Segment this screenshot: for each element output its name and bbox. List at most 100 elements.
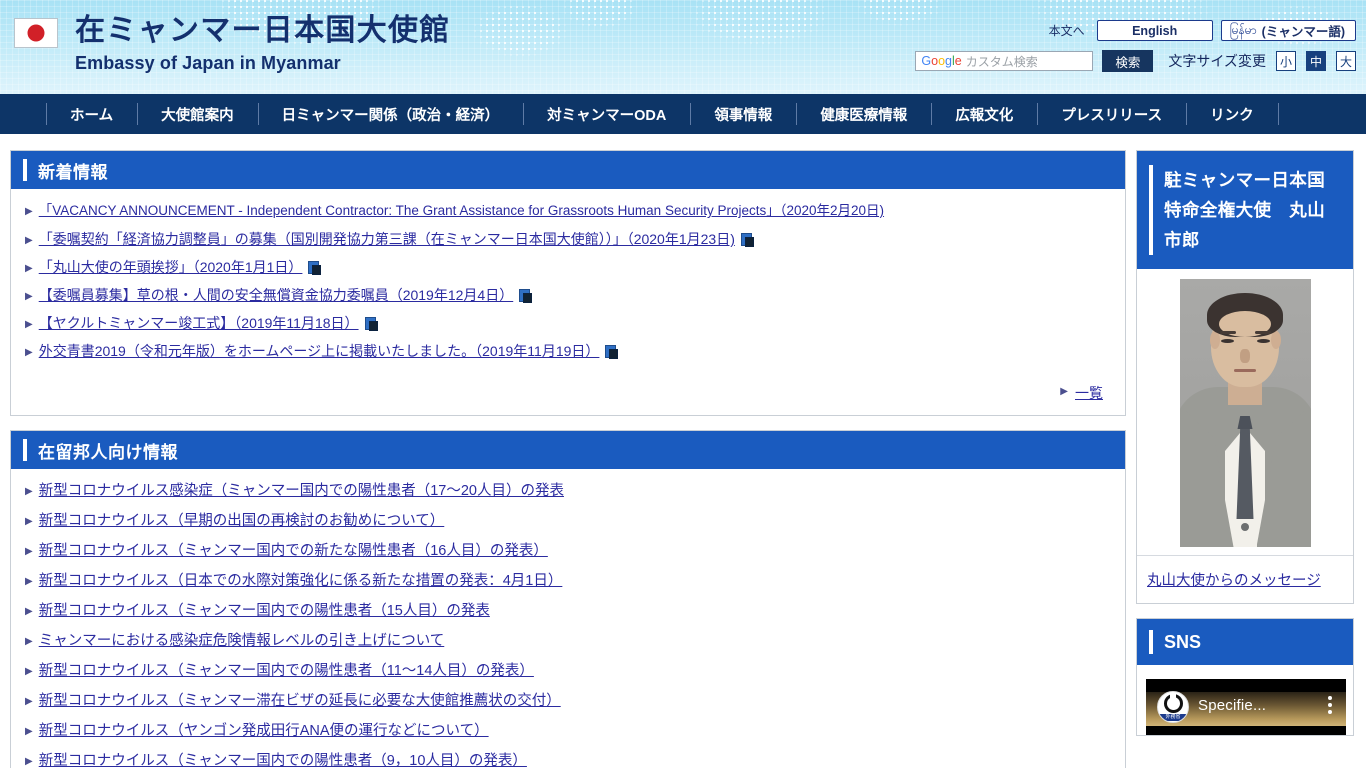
- pdf-icon: [740, 233, 754, 247]
- list-item[interactable]: ▶ 「丸山大使の年頭挨拶」（2020年1月1日）: [25, 257, 1111, 277]
- resident-link[interactable]: ミャンマーにおける感染症危険情報レベルの引き上げについて: [39, 631, 445, 651]
- bullet-arrow-icon: ▶: [25, 636, 33, 647]
- list-item[interactable]: ▶ 「委嘱契約「経済協力調整員」の募集（国別開発協力第三課（在ミャンマー日本国大…: [25, 229, 1111, 249]
- news-link[interactable]: 「丸山大使の年頭挨拶」（2020年1月1日）: [39, 257, 303, 277]
- youtube-video-title[interactable]: Specifie...: [1198, 697, 1266, 714]
- list-item[interactable]: ▶ 新型コロナウイルス（ミャンマー国内での陽性患者（15人目）の発表: [25, 601, 1111, 621]
- pdf-icon: [605, 345, 619, 359]
- ambassador-message-link[interactable]: 丸山大使からのメッセージ: [1147, 573, 1321, 589]
- bullet-arrow-icon: ▶: [25, 347, 33, 358]
- pdf-icon: [519, 289, 533, 303]
- search-button[interactable]: 検索: [1102, 50, 1154, 72]
- bullet-arrow-icon: ▶: [25, 576, 33, 587]
- site-brand[interactable]: 在ミャンマー日本国大使館 Embassy of Japan in Myanmar: [14, 14, 451, 72]
- residents-heading: 在留邦人向け情報: [38, 442, 178, 462]
- resident-link[interactable]: 新型コロナウイルス感染症（ミャンマー国内での陽性患者（17〜20人目）の発表: [39, 481, 564, 501]
- nav-item-consular[interactable]: 領事情報: [690, 94, 796, 134]
- skip-to-content-link[interactable]: 本文へ: [1045, 20, 1089, 41]
- bullet-arrow-icon: ▶: [25, 666, 33, 677]
- ambassador-title-line3: 市郎: [1164, 230, 1200, 250]
- nav-item-oda[interactable]: 対ミャンマーODA: [523, 94, 690, 134]
- list-item[interactable]: ▶ 【委嘱員募集】草の根・人間の安全無償資金協力委嘱員（2019年12月4日）: [25, 285, 1111, 305]
- bullet-arrow-icon: ▶: [25, 206, 33, 217]
- japan-flag-icon: [14, 18, 58, 48]
- bullet-arrow-icon: ▶: [25, 516, 33, 527]
- nav-item-embassy-info[interactable]: 大使館案内: [137, 94, 258, 134]
- bullet-arrow-icon: ▶: [1060, 386, 1068, 397]
- main-navigation: ホーム 大使館案内 日ミャンマー関係（政治・経済） 対ミャンマーODA 領事情報…: [0, 94, 1366, 134]
- portrait-ear-right: [1270, 331, 1281, 349]
- list-item[interactable]: ▶ 「VACANCY ANNOUNCEMENT - Independent Co…: [25, 201, 1111, 221]
- news-link[interactable]: 「VACANCY ANNOUNCEMENT - Independent Cont…: [39, 201, 884, 221]
- fontsize-medium-button[interactable]: 中: [1306, 51, 1326, 71]
- language-myanmar-button[interactable]: မြန်မာ (ミャンマー語): [1220, 20, 1356, 41]
- list-item[interactable]: ▶ 新型コロナウイルス（ミャンマー滞在ビザの延長に必要な大使館推薦状の交付）: [25, 691, 1111, 711]
- portrait-brow-right: [1254, 331, 1271, 334]
- resident-link[interactable]: 新型コロナウイルス（早期の出国の再検討のお勧めについて）: [39, 511, 445, 531]
- youtube-channel-avatar[interactable]: 外務省: [1157, 691, 1189, 723]
- resident-link[interactable]: 新型コロナウイルス（ミャンマー滞在ビザの延長に必要な大使館推薦状の交付）: [39, 691, 561, 711]
- news-link[interactable]: 外交青書2019（令和元年版）をホームページ上に掲載いたしました。（2019年1…: [39, 341, 600, 361]
- portrait-eye-right: [1256, 339, 1270, 343]
- fontsize-small-button[interactable]: 小: [1276, 51, 1296, 71]
- nav-item-links[interactable]: リンク: [1186, 94, 1278, 134]
- site-title-en: Embassy of Japan in Myanmar: [75, 53, 341, 73]
- resident-link[interactable]: 新型コロナウイルス（日本での水際対策強化に係る新たな措置の発表：4月1日）: [39, 571, 563, 591]
- bullet-arrow-icon: ▶: [25, 696, 33, 707]
- site-title-jp: 在ミャンマー日本国大使館: [75, 14, 451, 47]
- news-link[interactable]: 「委嘱契約「経済協力調整員」の募集（国別開発協力第三課（在ミャンマー日本国大使館…: [39, 229, 735, 249]
- header-accent-bar: [23, 159, 27, 181]
- portrait-brow-left: [1219, 331, 1236, 334]
- ambassador-portrait-photo: [1179, 279, 1311, 547]
- list-item[interactable]: ▶ 新型コロナウイルス（日本での水際対策強化に係る新たな措置の発表：4月1日）: [25, 571, 1111, 591]
- sns-panel-body: 外務省 Specifie...: [1137, 665, 1353, 735]
- list-item[interactable]: ▶ 【ヤクルトミャンマー竣工式】（2019年11月18日）: [25, 313, 1111, 333]
- youtube-channel-name: 外務省: [1158, 714, 1188, 721]
- sidebar: 駐ミャンマー日本国 特命全権大使 丸山 市郎 丸山大使からのメッセージ SNS …: [1126, 134, 1366, 768]
- youtube-more-options-icon[interactable]: [1328, 696, 1332, 714]
- youtube-embed[interactable]: 外務省 Specifie...: [1146, 679, 1346, 735]
- news-link[interactable]: 【委嘱員募集】草の根・人間の安全無償資金協力委嘱員（2019年12月4日）: [39, 285, 514, 305]
- search-input[interactable]: Google カスタム検索: [915, 51, 1094, 71]
- ambassador-photo-wrap: [1137, 269, 1353, 555]
- resident-link[interactable]: 新型コロナウイルス（ミャンマー国内での新たな陽性患者（16人目）の発表）: [39, 541, 548, 561]
- news-view-all-link[interactable]: 一覧: [1075, 383, 1103, 403]
- residents-panel-body: ▶ 新型コロナウイルス感染症（ミャンマー国内での陽性患者（17〜20人目）の発表…: [11, 469, 1125, 768]
- nav-item-home[interactable]: ホーム: [46, 94, 137, 134]
- site-header: 在ミャンマー日本国大使館 Embassy of Japan in Myanmar…: [0, 0, 1366, 94]
- list-item[interactable]: ▶ ミャンマーにおける感染症危険情報レベルの引き上げについて: [25, 631, 1111, 651]
- resident-link[interactable]: 新型コロナウイルス（ミャンマー国内での陽性患者（15人目）の発表: [39, 601, 490, 621]
- header-accent-bar: [23, 439, 27, 461]
- portrait-mouth: [1234, 369, 1256, 372]
- pdf-icon: [364, 317, 378, 331]
- news-link[interactable]: 【ヤクルトミャンマー竣工式】（2019年11月18日）: [39, 313, 359, 333]
- nav-item-culture[interactable]: 広報文化: [931, 94, 1037, 134]
- language-row: 本文へ English မြန်မာ (ミャンマー語): [915, 20, 1356, 41]
- list-item[interactable]: ▶ 外交青書2019（令和元年版）をホームページ上に掲載いたしました。（2019…: [25, 341, 1111, 361]
- nav-item-japan-myanmar-relations[interactable]: 日ミャンマー関係（政治・経済）: [257, 94, 524, 134]
- nav-item-press-release[interactable]: プレスリリース: [1037, 94, 1186, 134]
- sns-panel-header: SNS: [1137, 619, 1353, 665]
- page-content: 新着情報 ▶ 「VACANCY ANNOUNCEMENT - Independe…: [0, 134, 1366, 768]
- header-controls: 本文へ English မြန်မာ (ミャンマー語) Google カスタム検…: [915, 20, 1356, 72]
- news-more-row: ▶ 一覧: [25, 369, 1111, 405]
- nav-item-health-medical[interactable]: 健康医療情報: [796, 94, 931, 134]
- bullet-arrow-icon: ▶: [25, 486, 33, 497]
- residents-panel-header: 在留邦人向け情報: [11, 431, 1125, 469]
- fontsize-label: 文字サイズ変更: [1168, 53, 1266, 69]
- list-item[interactable]: ▶ 新型コロナウイルス（ヤンゴン発成田行ANA便の運行などについて）: [25, 721, 1111, 741]
- list-item[interactable]: ▶ 新型コロナウイルス感染症（ミャンマー国内での陽性患者（17〜20人目）の発表: [25, 481, 1111, 501]
- resident-link[interactable]: 新型コロナウイルス（ミャンマー国内での陽性患者（9，10人目）の発表）: [39, 751, 527, 768]
- mofa-logo-icon: [1163, 694, 1183, 713]
- list-item[interactable]: ▶ 新型コロナウイルス（ミャンマー国内での陽性患者（9，10人目）の発表）: [25, 751, 1111, 768]
- language-english-button[interactable]: English: [1096, 20, 1213, 41]
- portrait-hair: [1207, 293, 1283, 337]
- resident-link[interactable]: 新型コロナウイルス（ミャンマー国内での陽性患者（11〜14人目）の発表）: [39, 661, 534, 681]
- list-item[interactable]: ▶ 新型コロナウイルス（早期の出国の再検討のお勧めについて）: [25, 511, 1111, 531]
- list-item[interactable]: ▶ 新型コロナウイルス（ミャンマー国内での新たな陽性患者（16人目）の発表）: [25, 541, 1111, 561]
- resident-link[interactable]: 新型コロナウイルス（ヤンゴン発成田行ANA便の運行などについて）: [39, 721, 489, 741]
- list-item[interactable]: ▶ 新型コロナウイルス（ミャンマー国内での陽性患者（11〜14人目）の発表）: [25, 661, 1111, 681]
- pdf-icon: [308, 261, 322, 275]
- fontsize-large-button[interactable]: 大: [1336, 51, 1356, 71]
- youtube-letterbox-bottom: [1146, 726, 1346, 735]
